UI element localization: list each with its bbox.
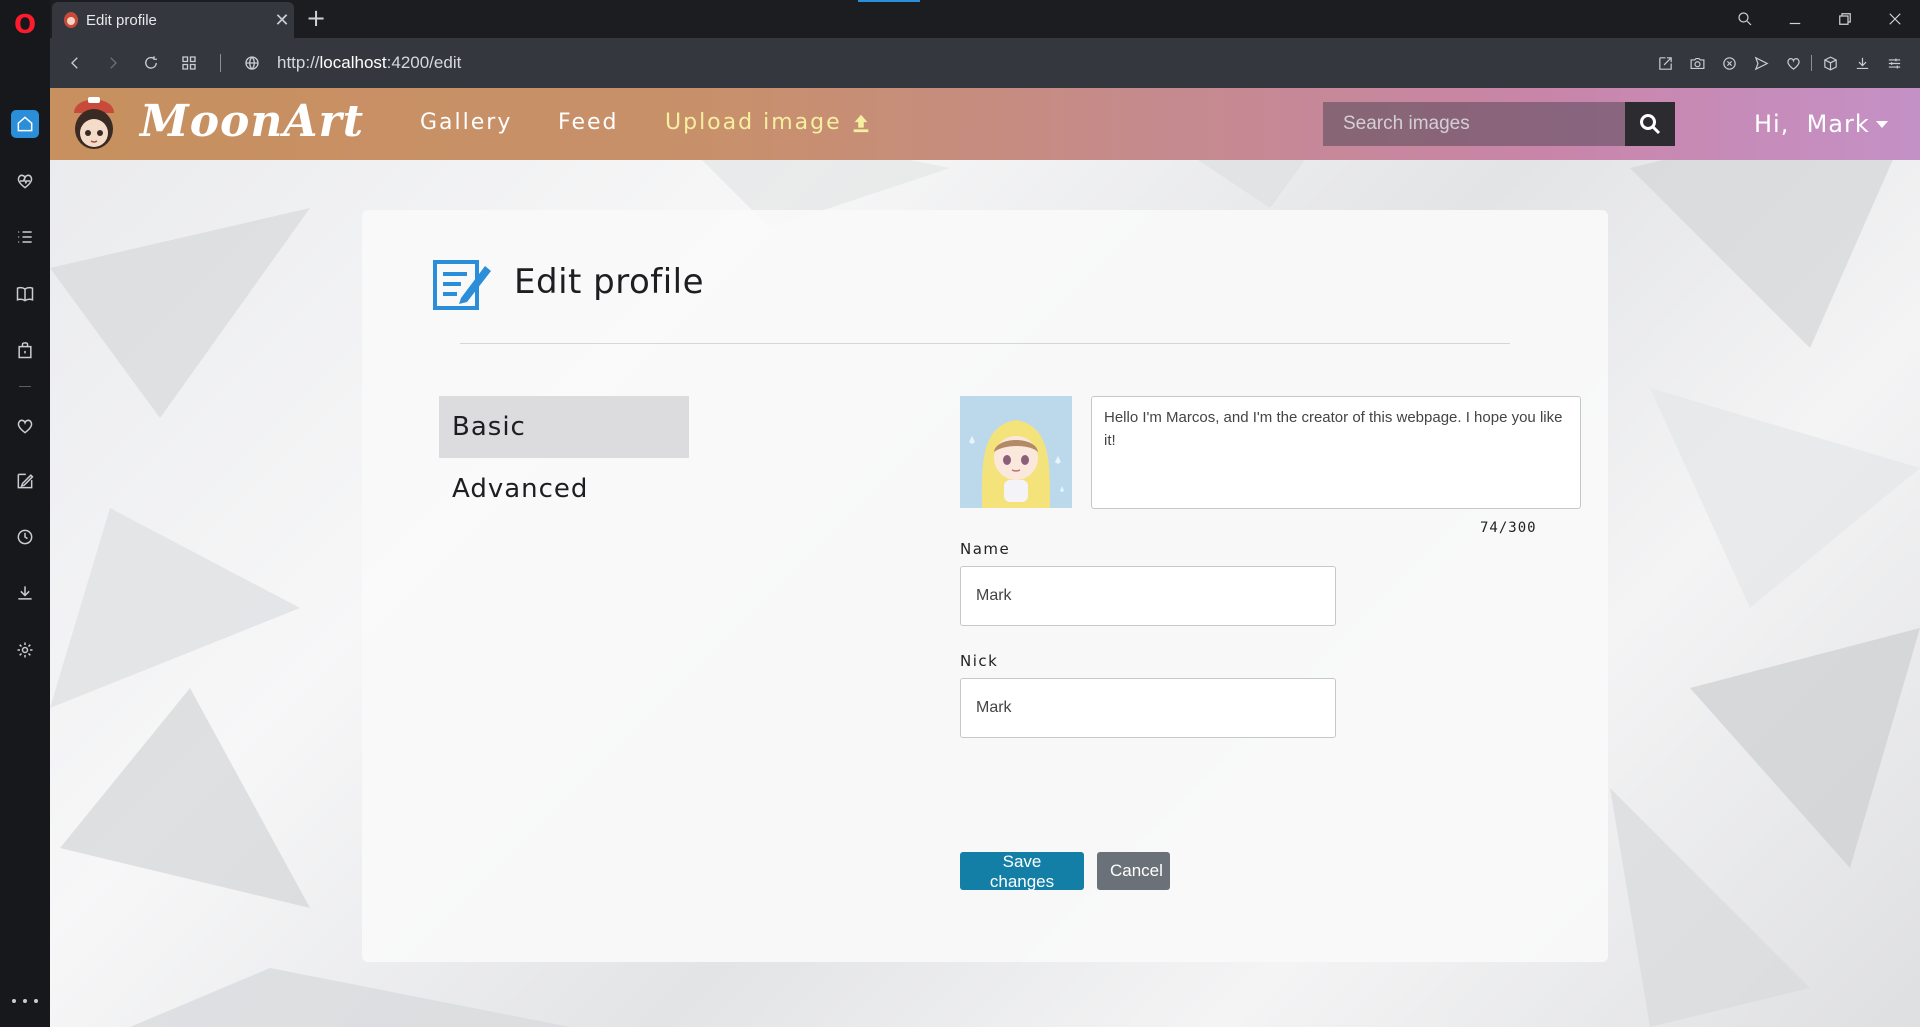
upload-icon bbox=[853, 114, 868, 132]
adblock-icon[interactable] bbox=[1713, 47, 1745, 79]
name-field[interactable] bbox=[960, 566, 1336, 626]
close-window-icon[interactable] bbox=[1870, 0, 1920, 38]
download-icon[interactable] bbox=[11, 579, 39, 607]
search-box bbox=[1323, 102, 1625, 146]
back-icon[interactable] bbox=[56, 44, 94, 82]
nick-label: Nick bbox=[960, 652, 999, 670]
tab-edit-profile[interactable]: Edit profile ✕ bbox=[52, 2, 294, 38]
more-icon[interactable] bbox=[12, 996, 38, 1006]
page-viewport: MoonArt Gallery Feed Upload image Hi, Ma… bbox=[50, 88, 1920, 1027]
bag-lock-icon[interactable] bbox=[11, 336, 39, 364]
address-tools bbox=[1649, 38, 1910, 88]
cancel-button[interactable]: Cancel bbox=[1097, 852, 1170, 890]
heart-icon[interactable] bbox=[11, 412, 39, 440]
history-icon[interactable] bbox=[11, 523, 39, 551]
search-input[interactable] bbox=[1343, 113, 1625, 135]
globe-icon[interactable] bbox=[233, 44, 271, 82]
nick-field[interactable] bbox=[960, 678, 1336, 738]
window-controls bbox=[1720, 0, 1920, 38]
settings-icon[interactable] bbox=[11, 636, 39, 664]
reload-icon[interactable] bbox=[132, 44, 170, 82]
forward-icon[interactable] bbox=[94, 44, 132, 82]
browser-sidebar: O bbox=[0, 0, 50, 1027]
address-bar: http://localhost:4200/edit bbox=[50, 38, 1920, 88]
search-button[interactable] bbox=[1625, 102, 1675, 146]
tab-title: Edit profile bbox=[86, 11, 157, 29]
upload-label: Upload image bbox=[665, 110, 842, 135]
user-menu[interactable]: Hi, Mark bbox=[1754, 110, 1888, 138]
speed-dial-icon[interactable] bbox=[170, 44, 208, 82]
sidebar-divider bbox=[19, 386, 31, 387]
list-icon[interactable] bbox=[11, 223, 39, 251]
user-greeting: Hi, Mark bbox=[1754, 110, 1870, 138]
close-tab-icon[interactable]: ✕ bbox=[270, 10, 294, 31]
edit-profile-card: Edit profile Basic Advanced Hello I'm Ma… bbox=[362, 210, 1608, 962]
book-icon[interactable] bbox=[11, 280, 39, 308]
heart-pulse-icon[interactable] bbox=[11, 167, 39, 195]
camera-icon[interactable] bbox=[1681, 47, 1713, 79]
save-button[interactable]: Save changes bbox=[960, 852, 1084, 891]
favicon-icon bbox=[64, 12, 78, 28]
caret-down-icon bbox=[1875, 120, 1888, 128]
address-separator bbox=[220, 54, 221, 72]
restore-icon[interactable] bbox=[1820, 0, 1870, 38]
title-divider bbox=[460, 343, 1510, 344]
nav-gallery-link[interactable]: Gallery bbox=[420, 110, 512, 135]
url-field[interactable]: http://localhost:4200/edit bbox=[277, 53, 461, 73]
tab-indicator bbox=[858, 0, 920, 2]
menu-item-basic[interactable]: Basic bbox=[439, 396, 689, 458]
menu-item-advanced[interactable]: Advanced bbox=[439, 458, 689, 520]
bio-textarea[interactable]: Hello I'm Marcos, and I'm the creator of… bbox=[1091, 396, 1581, 509]
share-icon[interactable] bbox=[1649, 47, 1681, 79]
brand-avatar-icon[interactable] bbox=[68, 91, 120, 157]
nav-feed-link[interactable]: Feed bbox=[558, 110, 619, 135]
new-tab-button[interactable]: + bbox=[302, 4, 330, 32]
easy-setup-icon[interactable] bbox=[1878, 47, 1910, 79]
name-label: Name bbox=[960, 540, 1011, 558]
opera-logo-icon[interactable]: O bbox=[12, 12, 38, 38]
tools-separator bbox=[1811, 55, 1812, 71]
tab-strip: Edit profile ✕ + bbox=[50, 0, 1920, 38]
edit-icon[interactable] bbox=[11, 467, 39, 495]
minimize-icon[interactable] bbox=[1770, 0, 1820, 38]
nav-upload-link[interactable]: Upload image bbox=[665, 110, 872, 135]
bio-char-count: 74/300 bbox=[1480, 520, 1537, 536]
profile-avatar[interactable] bbox=[960, 396, 1072, 508]
page-title: Edit profile bbox=[514, 262, 705, 302]
extensions-icon[interactable] bbox=[1814, 47, 1846, 79]
app-navbar: MoonArt Gallery Feed Upload image Hi, Ma… bbox=[50, 88, 1920, 160]
send-icon[interactable] bbox=[1745, 47, 1777, 79]
search-icon bbox=[1640, 114, 1661, 135]
bookmark-heart-icon[interactable] bbox=[1777, 47, 1809, 79]
edit-document-icon bbox=[433, 260, 491, 310]
home-icon[interactable] bbox=[11, 110, 39, 138]
brand-logo[interactable]: MoonArt bbox=[140, 96, 364, 147]
downloads-icon[interactable] bbox=[1846, 47, 1878, 79]
search-tabs-icon[interactable] bbox=[1720, 0, 1770, 38]
